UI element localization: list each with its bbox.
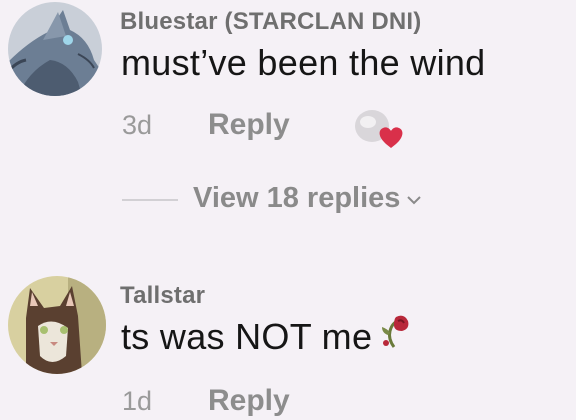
comment-text: ts was NOT me bbox=[121, 313, 412, 358]
comment-bluestar: Bluestar (STARCLAN DNI) must’ve been the… bbox=[0, 0, 576, 190]
reply-button[interactable]: Reply bbox=[208, 108, 290, 142]
username[interactable]: Bluestar (STARCLAN DNI) bbox=[120, 8, 422, 36]
avatar-tallstar[interactable] bbox=[8, 276, 106, 374]
reply-button[interactable]: Reply bbox=[208, 384, 290, 418]
avatar-bluestar[interactable] bbox=[8, 2, 102, 96]
heart-like-icon[interactable] bbox=[350, 106, 412, 155]
view-replies-label: View 18 replies bbox=[193, 182, 401, 214]
comment-tallstar: Tallstar ts was NOT me 1d Reply bbox=[0, 268, 576, 420]
comment-text: must’ve been the wind bbox=[121, 42, 486, 83]
view-replies-button[interactable]: View 18 replies bbox=[193, 182, 422, 215]
timestamp: 1d bbox=[122, 386, 153, 416]
brown-cat-avatar-icon bbox=[8, 276, 106, 374]
timestamp: 3d bbox=[122, 110, 153, 140]
comment-text-content: ts was NOT me bbox=[121, 316, 373, 357]
replies-row: View 18 replies bbox=[0, 178, 576, 222]
divider bbox=[122, 199, 178, 201]
username[interactable]: Tallstar bbox=[120, 282, 205, 310]
blue-cat-avatar-icon bbox=[8, 2, 102, 96]
chevron-down-icon bbox=[406, 181, 422, 214]
wilted-rose-icon bbox=[378, 313, 412, 358]
